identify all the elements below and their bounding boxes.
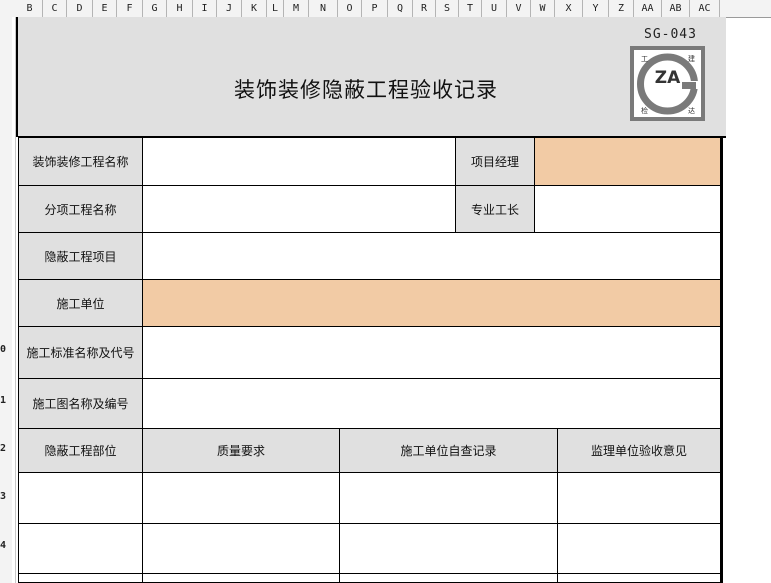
svg-text:检: 检 bbox=[641, 106, 648, 115]
column-header-cell[interactable]: AB bbox=[662, 0, 690, 17]
table-cell[interactable] bbox=[143, 524, 340, 574]
sub-project-label[interactable]: 分项工程名称 bbox=[18, 186, 143, 233]
row-number[interactable]: 2 bbox=[0, 443, 10, 454]
column-header-cell[interactable]: T bbox=[459, 0, 482, 17]
svg-text:工: 工 bbox=[641, 55, 648, 63]
column-header-cell[interactable]: W bbox=[531, 0, 555, 17]
column-header-cell[interactable]: S bbox=[436, 0, 459, 17]
table-cell[interactable] bbox=[558, 574, 721, 583]
column-header-cell[interactable]: E bbox=[93, 0, 117, 17]
company-logo-icon: ZA 工 建 检 达 bbox=[630, 46, 705, 121]
column-header-cell[interactable]: Z bbox=[609, 0, 634, 17]
form-title: 装饰装修隐蔽工程验收记录 bbox=[234, 78, 498, 102]
column-header-cell[interactable]: X bbox=[555, 0, 583, 17]
column-header-cell[interactable]: F bbox=[117, 0, 143, 17]
table-header-supervision[interactable]: 监理单位验收意见 bbox=[558, 429, 721, 473]
project-manager-input[interactable] bbox=[535, 138, 721, 186]
column-header-cell[interactable]: G bbox=[143, 0, 167, 17]
table-header-quality[interactable]: 质量要求 bbox=[143, 429, 340, 473]
column-header-cell[interactable]: Y bbox=[583, 0, 609, 17]
logo-letters: ZA bbox=[655, 68, 681, 88]
column-header-cell[interactable]: U bbox=[482, 0, 507, 17]
column-header-cell[interactable]: K bbox=[242, 0, 267, 17]
table-cell[interactable] bbox=[143, 473, 340, 524]
column-header-bar: B C D E F G H I J K L M N O P Q R S T U V W X Y Z AA AB AC bbox=[0, 0, 771, 18]
construction-unit-input[interactable] bbox=[143, 280, 721, 327]
project-manager-label[interactable]: 项目经理 bbox=[456, 138, 535, 186]
column-header-cell[interactable]: AC bbox=[690, 0, 720, 17]
construction-unit-label[interactable]: 施工单位 bbox=[18, 280, 143, 327]
project-name-input[interactable] bbox=[143, 138, 456, 186]
table-cell[interactable] bbox=[340, 473, 558, 524]
column-header-cell[interactable]: B bbox=[17, 0, 43, 17]
row-number[interactable]: 1 bbox=[0, 395, 10, 406]
column-header-cell[interactable]: H bbox=[167, 0, 193, 17]
document-code: SG-043 bbox=[644, 27, 697, 42]
form-right-border bbox=[721, 138, 723, 583]
foreman-input[interactable] bbox=[535, 186, 721, 233]
hidden-item-input[interactable] bbox=[143, 233, 721, 280]
table-cell[interactable] bbox=[558, 473, 721, 524]
column-header-cell[interactable]: D bbox=[67, 0, 93, 17]
foreman-label[interactable]: 专业工长 bbox=[456, 186, 535, 233]
table-cell[interactable] bbox=[340, 574, 558, 583]
table-cell[interactable] bbox=[18, 524, 143, 574]
project-name-label[interactable]: 装饰装修工程名称 bbox=[18, 138, 143, 186]
row-number[interactable]: 0 bbox=[0, 344, 10, 355]
row-number[interactable]: 3 bbox=[0, 491, 10, 502]
table-cell[interactable] bbox=[18, 574, 143, 583]
drawing-input[interactable] bbox=[143, 379, 721, 429]
column-header-cell[interactable]: I bbox=[193, 0, 217, 17]
column-header-cell[interactable]: L bbox=[267, 0, 284, 17]
hidden-item-label[interactable]: 隐蔽工程项目 bbox=[18, 233, 143, 280]
table-header-location[interactable]: 隐蔽工程部位 bbox=[18, 429, 143, 473]
standard-label[interactable]: 施工标准名称及代号 bbox=[18, 327, 143, 379]
form-grid: 装饰装修工程名称 项目经理 分项工程名称 专业工长 隐蔽工程项目 施工单位 施工… bbox=[18, 138, 723, 583]
table-header-self-check[interactable]: 施工单位自查记录 bbox=[340, 429, 558, 473]
column-header-cell[interactable]: M bbox=[284, 0, 309, 17]
column-header-cell[interactable]: R bbox=[413, 0, 436, 17]
standard-input[interactable] bbox=[143, 327, 721, 379]
row-number[interactable]: 4 bbox=[0, 540, 10, 551]
column-header-cell[interactable]: C bbox=[43, 0, 67, 17]
drawing-label[interactable]: 施工图名称及编号 bbox=[18, 379, 143, 429]
column-header-cell[interactable]: J bbox=[217, 0, 242, 17]
table-cell[interactable] bbox=[558, 524, 721, 574]
column-header-cell[interactable]: O bbox=[338, 0, 362, 17]
table-cell[interactable] bbox=[340, 524, 558, 574]
column-header-cell[interactable]: N bbox=[309, 0, 338, 17]
column-header-cell[interactable]: P bbox=[362, 0, 388, 17]
column-header-cell[interactable]: AA bbox=[634, 0, 662, 17]
column-header-cell[interactable]: V bbox=[507, 0, 531, 17]
sub-project-input[interactable] bbox=[143, 186, 456, 233]
svg-text:建: 建 bbox=[688, 54, 695, 63]
table-cell[interactable] bbox=[18, 473, 143, 524]
table-cell[interactable] bbox=[143, 574, 340, 583]
svg-text:达: 达 bbox=[688, 106, 695, 115]
column-header-cell[interactable]: Q bbox=[388, 0, 413, 17]
